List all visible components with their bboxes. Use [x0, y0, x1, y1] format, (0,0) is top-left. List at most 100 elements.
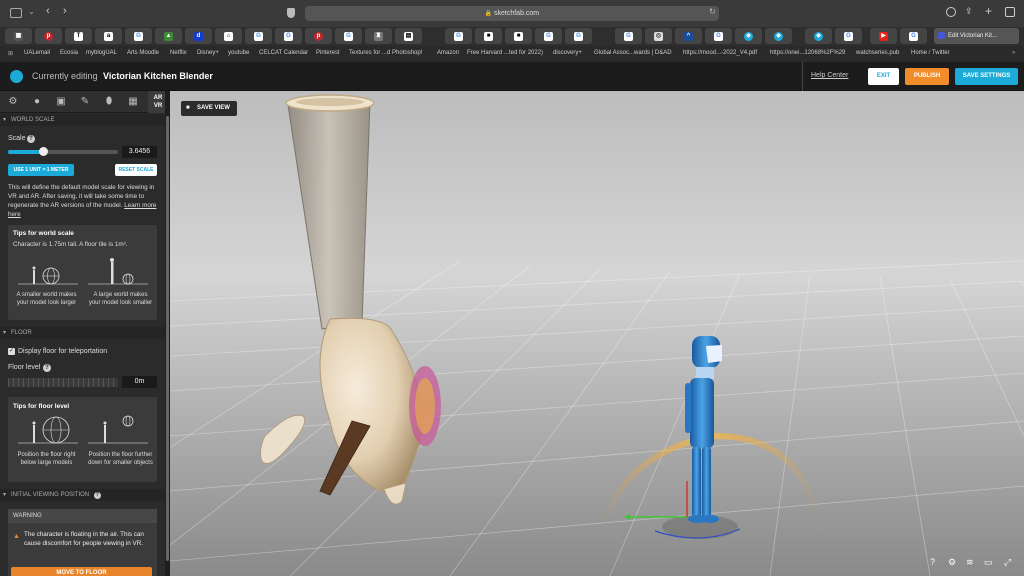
vr-headset-icon[interactable]: ▭ [984, 557, 993, 568]
scale-slider[interactable] [8, 147, 118, 156]
tab-blue[interactable]: ^ [675, 28, 702, 44]
move-to-floor-button[interactable]: MOVE TO FLOOR [11, 567, 152, 576]
save-view-button[interactable]: ■ SAVE VIEW [181, 101, 237, 116]
scrollbar-thumb[interactable] [166, 116, 169, 561]
bookmark-onei[interactable]: https://onei...12068%2F%29 [770, 50, 845, 56]
tab-google-5[interactable]: G [445, 28, 472, 44]
bookmark-youtube[interactable]: youtube [228, 50, 249, 56]
apps-grid-icon[interactable]: ⊞ [8, 50, 13, 57]
help-center-link[interactable]: Help Center [811, 72, 848, 79]
url-text: sketchfab.com [494, 10, 540, 17]
url-bar[interactable]: 🔒 sketchfab.com [305, 6, 719, 21]
tab-lamp[interactable]: ♜ [365, 28, 392, 44]
save-settings-button[interactable]: SAVE SETTINGS [955, 68, 1018, 85]
privacy-shield-icon[interactable] [287, 8, 295, 18]
tab-active[interactable]: Edit Victorian Kit... [934, 28, 1019, 44]
tab-globe[interactable]: ◎ [645, 28, 672, 44]
gear-icon[interactable]: ⚙ [948, 557, 956, 568]
tab-google-7[interactable]: G [565, 28, 592, 44]
chevron-down-icon[interactable]: ⌄ [28, 7, 35, 16]
bookmark-discovery[interactable]: discovery+ [553, 50, 582, 56]
help-icon[interactable]: ? [930, 557, 935, 567]
ual-icon: ▤ [404, 31, 413, 41]
3d-viewport[interactable]: ■ SAVE VIEW ? ⚙ ≋ ▭ ⤢ [170, 91, 1024, 576]
tab-amazon[interactable]: a [95, 28, 122, 44]
bookmark-twitter[interactable]: Home / Twitter [911, 50, 950, 56]
lightbulb-icon[interactable]: ● [29, 94, 45, 110]
tab-google-2[interactable]: G [245, 28, 272, 44]
bookmark-moodle-pdf[interactable]: https://mood...-2022_V4.pdf [683, 50, 757, 56]
section-header-world-scale[interactable]: ▾ WORLD SCALE [0, 114, 165, 126]
bookmark-netflix[interactable]: Netflix [170, 50, 187, 56]
gear-icon[interactable]: ⚙ [5, 94, 21, 110]
help-icon[interactable]: ? [93, 492, 101, 499]
fullscreen-icon[interactable]: ⤢ [1004, 557, 1011, 568]
tab-pinterest-2[interactable]: p [305, 28, 332, 44]
bookmark-amazon[interactable]: Amazon [437, 50, 459, 56]
bookmark-textures[interactable]: Textures for ...d Photoshop! [349, 50, 422, 56]
film-icon[interactable]: ▦ [125, 94, 141, 110]
floor-level-slider[interactable] [8, 378, 118, 387]
tab-image[interactable]: ▲ [155, 28, 182, 44]
tab-ual[interactable]: ▤ [395, 28, 422, 44]
google-icon: G [574, 31, 583, 41]
tab-overview-icon[interactable] [1005, 7, 1015, 17]
tab-dark-2[interactable]: ■ [505, 28, 532, 44]
tab-google-10[interactable]: G [835, 28, 862, 44]
tab-moodle[interactable]: ⌂ [215, 28, 242, 44]
image-icon[interactable]: ▣ [53, 94, 69, 110]
bookmark-myblogual[interactable]: myblogUAL [86, 50, 117, 56]
tab-google-1[interactable]: G [125, 28, 152, 44]
use-unit-button[interactable]: USE 1 UNIT = 1 METER [8, 164, 74, 176]
tab-google-4[interactable]: G [335, 28, 362, 44]
more-bookmarks-icon[interactable]: » [1012, 50, 1015, 56]
tab-disney[interactable]: d [185, 28, 212, 44]
sketchfab-logo-icon[interactable] [10, 70, 23, 83]
tab-t[interactable]: T [65, 28, 92, 44]
back-icon[interactable]: ‹ [46, 5, 50, 17]
download-icon[interactable] [946, 7, 956, 17]
pin-icon[interactable]: ⬮ [101, 94, 117, 110]
tab-google-9[interactable]: G [705, 28, 732, 44]
reset-scale-button[interactable]: RESET SCALE [115, 164, 157, 176]
bookmark-celcat[interactable]: CELCAT Calendar [259, 50, 308, 56]
new-tab-icon[interactable]: + [985, 4, 992, 18]
scale-slider-handle[interactable] [39, 147, 49, 156]
bookmark-watchseries[interactable]: watchseries.pub [856, 50, 899, 56]
bookmark-dandad[interactable]: Global Assoc...wards | D&AD [594, 50, 672, 56]
tab-youtube[interactable]: ▶ [870, 28, 897, 44]
layers-icon[interactable]: ≋ [966, 557, 974, 568]
brush-icon[interactable]: ✎ [77, 94, 93, 110]
section-header-floor[interactable]: ▾ FLOOR [0, 327, 165, 339]
tab-sketchfab-1[interactable]: ◈ [735, 28, 762, 44]
help-icon[interactable]: ? [27, 135, 35, 143]
tab-google-3[interactable]: G [275, 28, 302, 44]
tab-pinterest[interactable]: p [35, 28, 62, 44]
bookmark-arts-moodle[interactable]: Arts Moodle [127, 50, 159, 56]
section-header-initial-view[interactable]: ▾ INITIAL VIEWING POSITION ? [0, 489, 165, 501]
tab-google-11[interactable]: G [900, 28, 927, 44]
tab-sketchfab-3[interactable]: ◈ [805, 28, 832, 44]
exit-button[interactable]: EXIT [868, 68, 899, 85]
sidebar-toggle-icon[interactable] [10, 8, 22, 18]
tab-grid[interactable]: ▦ [5, 28, 32, 44]
publish-button[interactable]: PUBLISH [905, 68, 949, 85]
bookmark-ecosia[interactable]: Ecosia [60, 50, 78, 56]
bookmark-ualemail[interactable]: UALemail [24, 50, 50, 56]
floor-level-input[interactable]: 0m [122, 376, 157, 388]
tab-google-6[interactable]: G [535, 28, 562, 44]
tab-dark-1[interactable]: ■ [475, 28, 502, 44]
display-floor-checkbox[interactable]: ✓ [8, 348, 15, 355]
scale-value-input[interactable]: 3.6456 [122, 146, 157, 158]
bookmark-harvard[interactable]: Free Harvard ...ted for 2022) [467, 50, 543, 56]
forward-icon[interactable]: › [63, 5, 67, 17]
tip-large-world: A large world makes your model look smal… [88, 292, 153, 306]
tab-sketchfab-2[interactable]: ◈ [765, 28, 792, 44]
share-icon[interactable]: ⇪ [965, 6, 973, 17]
bookmark-disney[interactable]: Disney+ [197, 50, 219, 56]
bookmark-pinterest[interactable]: Pinterest [316, 50, 340, 56]
refresh-icon[interactable]: ↻ [709, 7, 716, 16]
help-icon[interactable]: ? [43, 364, 51, 372]
bookmarks-bar: ⊞ UALemail Ecosia myblogUAL Arts Moodle … [0, 46, 1024, 62]
tab-google-8[interactable]: G [615, 28, 642, 44]
